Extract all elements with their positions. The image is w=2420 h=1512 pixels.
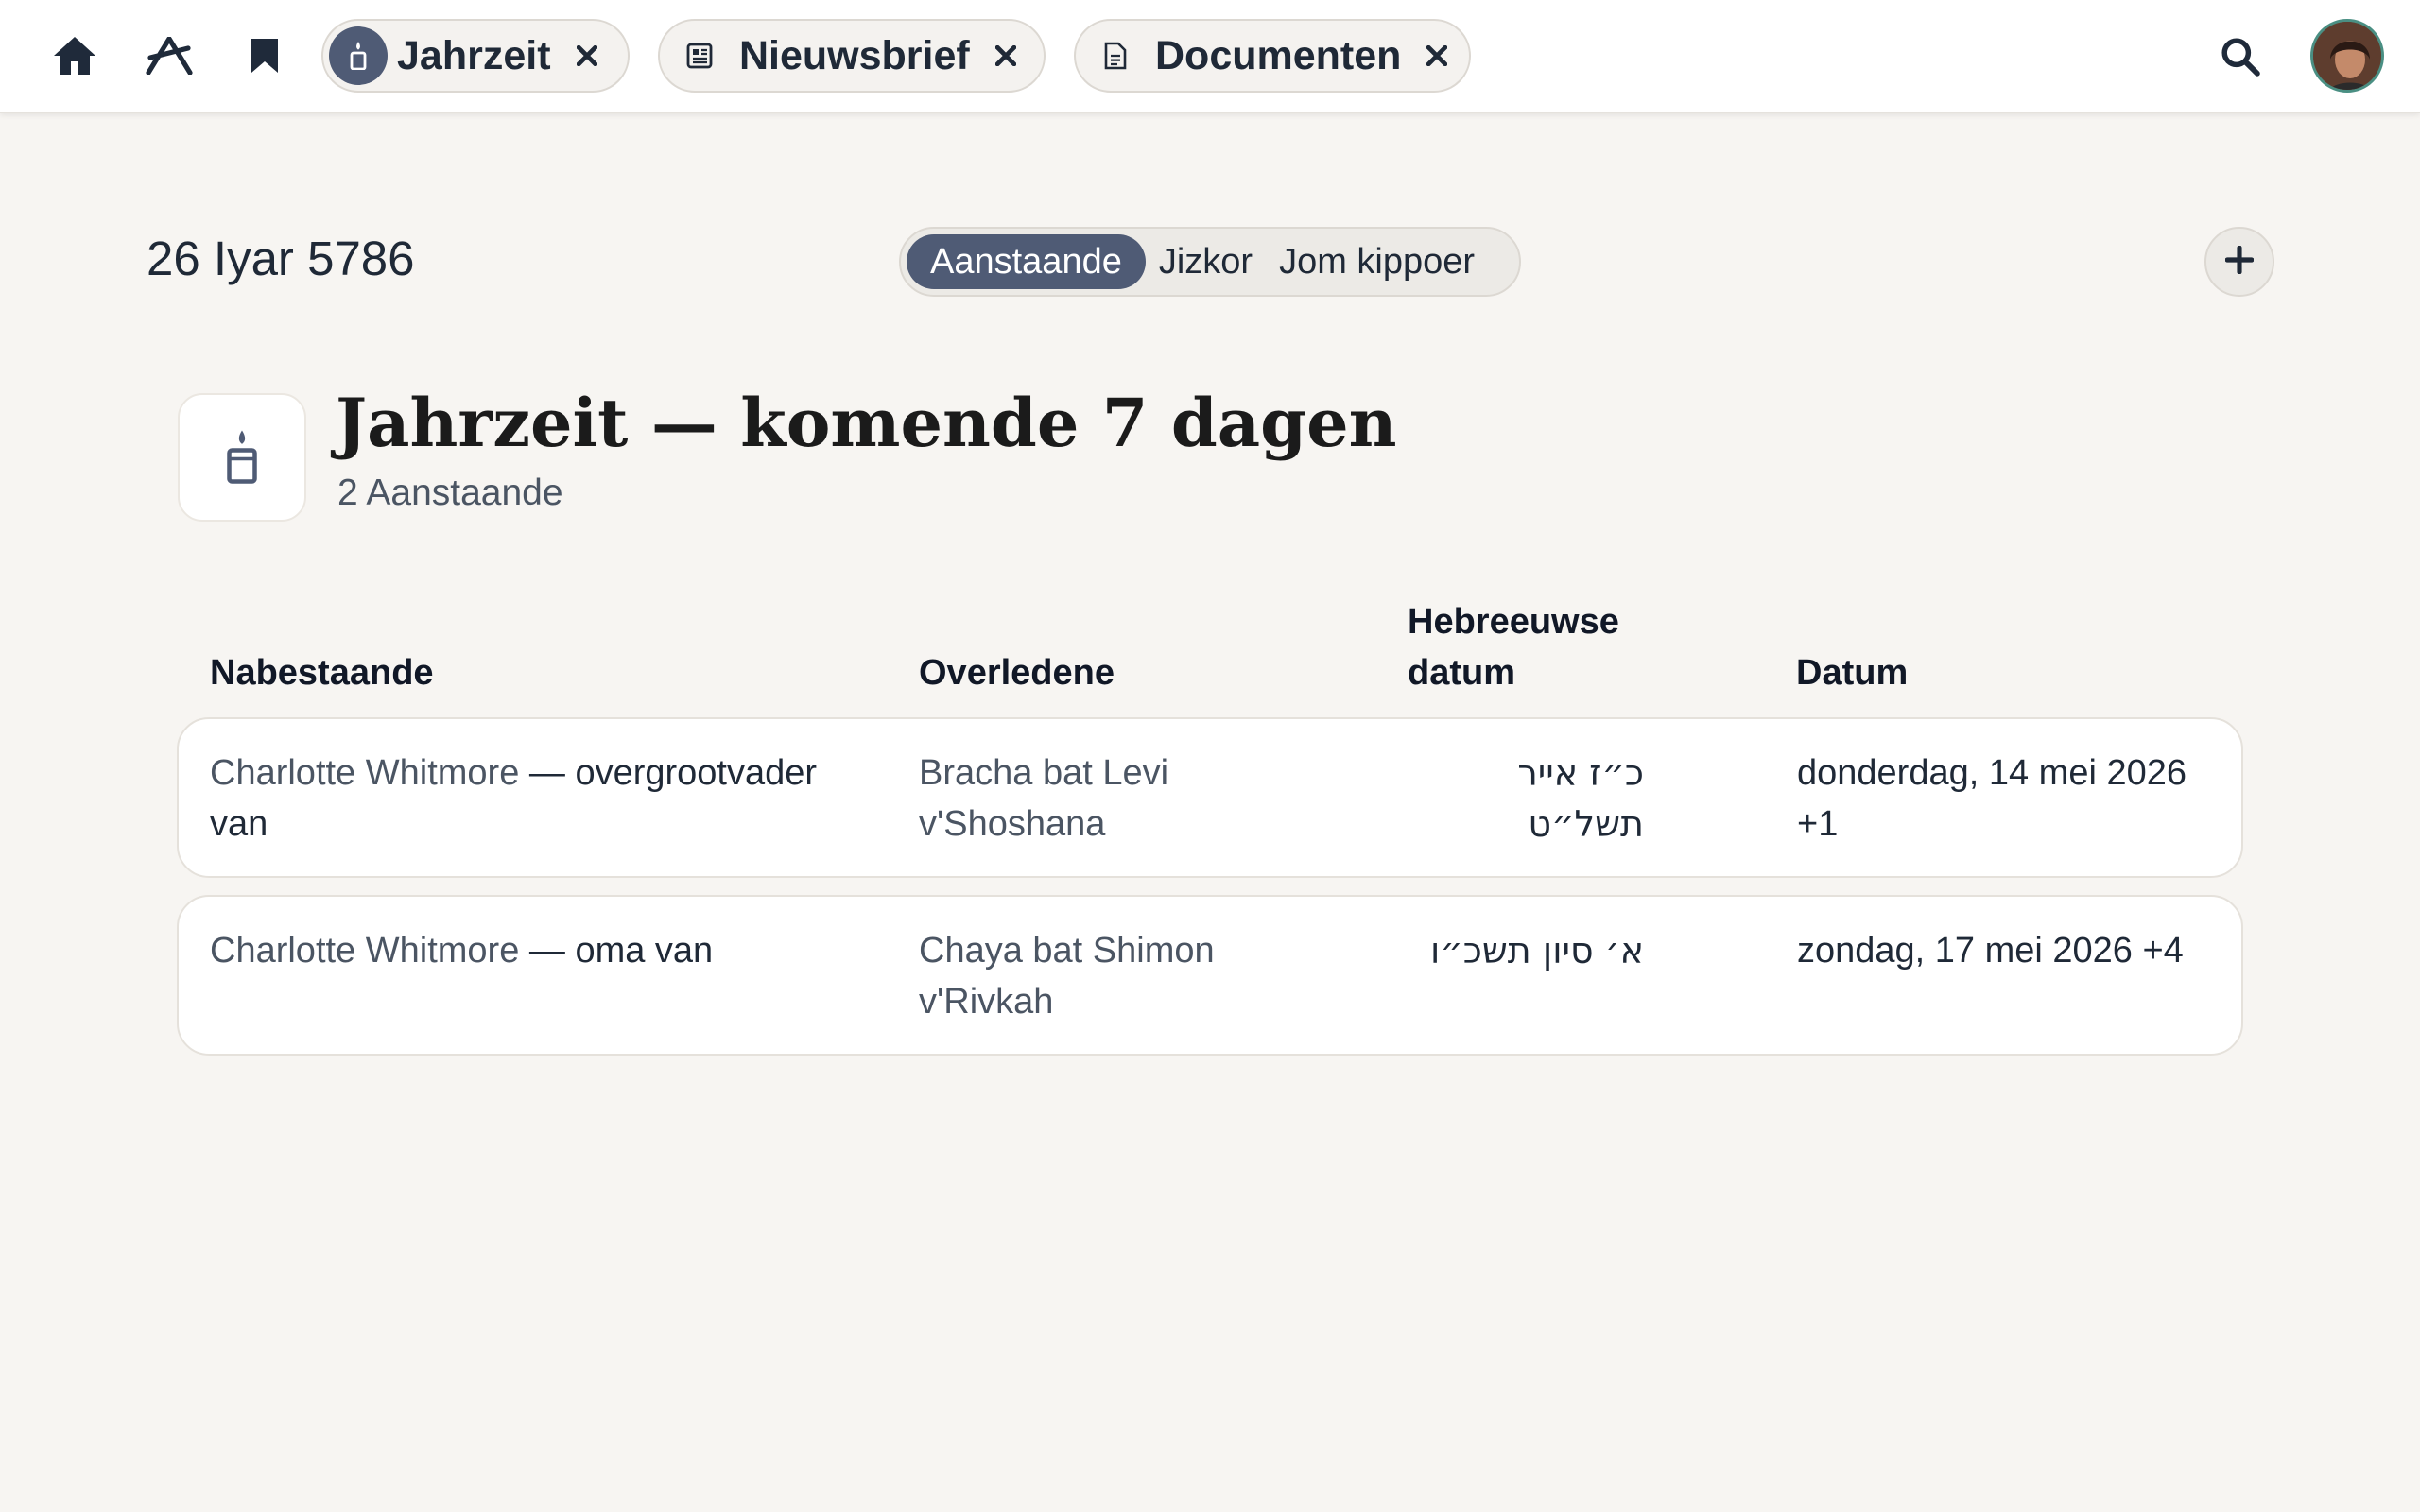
- hebrew-date-cell: א׳ סיון תשכ״ו: [1429, 930, 1644, 971]
- mourner-name[interactable]: Charlotte Whitmore: [210, 753, 519, 793]
- bookmark-icon[interactable]: [233, 25, 296, 87]
- date-cell: zondag, 17 mei 2026 +4: [1797, 925, 2213, 976]
- view-filter-segmented-control: Aanstaande Jizkor Jom kippoer: [899, 227, 1521, 297]
- candle-icon: [329, 26, 388, 85]
- date-text: zondag, 17 mei 2026 +4: [1797, 931, 2184, 971]
- deceased-cell[interactable]: Bracha bat Levi v'Shoshana: [919, 747, 1316, 850]
- segment-aanstaande[interactable]: Aanstaande: [907, 234, 1146, 289]
- add-button[interactable]: [2204, 227, 2274, 297]
- table-row[interactable]: Charlotte Whitmore — overgrootvader van …: [177, 717, 2243, 878]
- home-icon[interactable]: [43, 25, 106, 87]
- tab-nieuwsbrief[interactable]: Nieuwsbrief: [658, 19, 1046, 93]
- mourner-name[interactable]: Charlotte Whitmore: [210, 931, 519, 971]
- mourner-cell: Charlotte Whitmore — overgrootvader van: [210, 747, 872, 850]
- page-title: Jahrzeit — komende 7 dagen: [336, 384, 1397, 462]
- compass-icon[interactable]: [138, 25, 200, 87]
- deceased-name: Bracha bat Levi: [919, 753, 1169, 793]
- table-row[interactable]: Charlotte Whitmore — oma van Chaya bat S…: [177, 895, 2243, 1056]
- page-subtitle: 2 Aanstaande: [337, 472, 563, 513]
- close-icon[interactable]: [987, 37, 1025, 75]
- newspaper-icon: [681, 37, 718, 75]
- relation-text: van: [210, 804, 268, 844]
- column-header-date: Datum: [1796, 653, 1909, 693]
- header-line: Hebreeuwse: [1408, 602, 1619, 642]
- mourner-cell: Charlotte Whitmore — oma van: [210, 925, 872, 976]
- deceased-cell[interactable]: Chaya bat Shimon v'Rivkah: [919, 925, 1316, 1027]
- search-icon[interactable]: [2212, 28, 2269, 85]
- segment-jizkor[interactable]: Jizkor: [1146, 234, 1266, 289]
- tab-documenten[interactable]: Documenten: [1074, 19, 1471, 93]
- deceased-name: Chaya bat Shimon: [919, 931, 1215, 971]
- date-cell: donderdag, 14 mei 2026 +1: [1797, 747, 2213, 850]
- document-icon: [1097, 37, 1134, 75]
- tab-jahrzeit[interactable]: Jahrzeit: [321, 19, 630, 93]
- relation-text: — oma van: [519, 931, 714, 971]
- user-avatar[interactable]: [2310, 19, 2384, 93]
- relation-text: — overgrootvader: [519, 753, 818, 793]
- plus-icon: [2224, 245, 2255, 279]
- days-offset: +1: [1797, 804, 1839, 844]
- column-header-hebrew-date: Hebreeuwse datum: [1408, 596, 1619, 698]
- close-icon[interactable]: [568, 37, 606, 75]
- deceased-name: v'Rivkah: [919, 982, 1054, 1022]
- tab-label: Jahrzeit: [397, 32, 551, 78]
- top-navigation-bar: Jahrzeit Nieuwsbrief Documenten: [0, 0, 2420, 113]
- deceased-name: v'Shoshana: [919, 804, 1106, 844]
- column-header-deceased: Overledene: [919, 653, 1115, 693]
- current-hebrew-date: 26 Iyar 5786: [147, 232, 415, 285]
- segment-jom-kippoer[interactable]: Jom kippoer: [1266, 234, 1488, 289]
- tab-label: Nieuwsbrief: [739, 32, 970, 78]
- candle-icon: [178, 393, 306, 522]
- hebrew-date-cell: כ״ז אייר תשל״ט: [1517, 752, 1644, 845]
- date-text: donderdag, 14 mei 2026: [1797, 753, 2187, 793]
- column-header-mourner: Nabestaande: [210, 653, 434, 693]
- tab-label: Documenten: [1155, 32, 1402, 78]
- header-line: datum: [1408, 653, 1515, 693]
- close-icon[interactable]: [1418, 37, 1456, 75]
